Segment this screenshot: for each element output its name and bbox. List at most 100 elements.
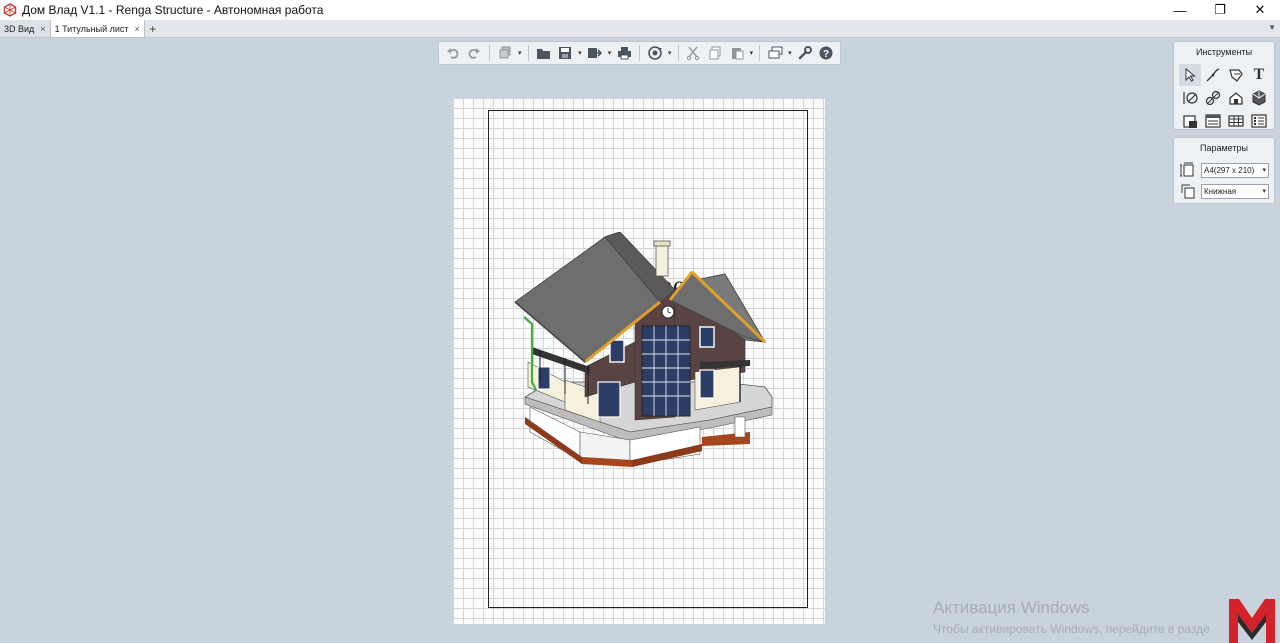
orientation-select[interactable]: Книжная ▾: [1201, 183, 1269, 199]
print-button[interactable]: [614, 43, 634, 63]
export-dropdown[interactable]: ▾: [607, 43, 613, 63]
layers-button[interactable]: [765, 43, 785, 63]
copy-button[interactable]: [705, 43, 725, 63]
select-icon: [1185, 68, 1196, 82]
open-button[interactable]: [534, 43, 554, 63]
close-icon: ✕: [1254, 2, 1266, 17]
cut-button[interactable]: [684, 43, 704, 63]
restore-button[interactable]: ❐: [1200, 0, 1240, 20]
fill-icon: [1229, 69, 1243, 82]
tab-close-icon[interactable]: ×: [135, 24, 140, 34]
toolbar-separator: [527, 45, 529, 61]
tab-close-icon[interactable]: ×: [40, 24, 45, 34]
tab-label: 3D Вид: [4, 23, 35, 34]
windows-activation-title: Активация Windows: [933, 598, 1090, 617]
redo-icon: [468, 48, 481, 59]
sheet-format-select[interactable]: A4(297 x 210) ▾: [1201, 162, 1269, 178]
line-icon: [1206, 68, 1220, 82]
sync-dropdown[interactable]: ▾: [667, 43, 673, 63]
stamp-tool[interactable]: [1179, 110, 1201, 132]
orientation-value: Книжная: [1204, 186, 1237, 196]
sheet-format-value: A4(297 x 210): [1204, 165, 1255, 175]
report-icon: [1205, 114, 1221, 128]
list-tool[interactable]: [1248, 110, 1270, 132]
dimension-icon: [1183, 92, 1198, 104]
tools-panel: Инструменты T: [1173, 41, 1275, 130]
parameters-panel: Параметры A4(297 x 210) ▾ Книжная ▾: [1173, 137, 1275, 204]
list-icon: [1251, 114, 1267, 128]
view-place-icon: [1229, 92, 1243, 105]
select-tool[interactable]: [1179, 64, 1201, 86]
table-icon: [1228, 115, 1244, 127]
chevron-down-icon: ▾: [1262, 166, 1266, 174]
line-tool[interactable]: [1202, 64, 1224, 86]
sheet-format-icon: [1179, 161, 1197, 179]
help-button[interactable]: ?: [816, 43, 836, 63]
text-tool[interactable]: T: [1248, 64, 1270, 86]
export-button[interactable]: [585, 43, 605, 63]
view-place-tool[interactable]: [1225, 87, 1247, 109]
undo-button[interactable]: [443, 43, 463, 63]
align-tool[interactable]: [1202, 87, 1224, 109]
views-icon: [499, 46, 511, 59]
3d-view-tool[interactable]: [1248, 87, 1270, 109]
restore-icon: ❐: [1214, 2, 1226, 17]
close-button[interactable]: ✕: [1240, 0, 1280, 20]
toolbar-separator: [759, 45, 761, 61]
export-icon: [588, 48, 603, 58]
views-button[interactable]: [495, 43, 515, 63]
tab-list-chevron-icon[interactable]: ▼: [1268, 23, 1276, 32]
sync-icon: [648, 46, 662, 60]
text-icon: T: [1253, 66, 1265, 83]
orientation-row: Книжная ▾: [1179, 182, 1271, 200]
window-controls: — ❐ ✕: [1160, 0, 1280, 20]
settings-button[interactable]: [795, 43, 815, 63]
paste-icon: [731, 48, 744, 60]
dimension-tool[interactable]: [1179, 87, 1201, 109]
sheet-format-row: A4(297 x 210) ▾: [1179, 161, 1271, 179]
stamp-icon: [1183, 115, 1197, 128]
toolbar-separator: [489, 45, 491, 61]
fill-tool[interactable]: [1225, 64, 1247, 86]
paste-dropdown[interactable]: ▾: [748, 43, 754, 63]
redo-button[interactable]: [465, 43, 485, 63]
print-icon: [617, 47, 631, 60]
minimize-icon: —: [1173, 2, 1187, 18]
save-dropdown[interactable]: ▾: [577, 43, 583, 63]
windows-activation-subtitle: Чтобы активировать Windows, перейдите в …: [933, 622, 1210, 636]
tab-label: 1 Титульный лист: [54, 23, 129, 34]
tools-grid: T: [1179, 64, 1271, 132]
undo-icon: [446, 48, 459, 59]
minimize-button[interactable]: —: [1160, 0, 1200, 20]
cut-icon: [687, 46, 700, 60]
settings-icon: [798, 46, 812, 60]
layers-icon: [768, 46, 783, 59]
save-button[interactable]: [555, 43, 575, 63]
add-tab-button[interactable]: +: [145, 20, 161, 37]
copy-icon: [709, 46, 721, 60]
help-icon: ?: [819, 46, 833, 60]
parameters-panel-title: Параметры: [1200, 143, 1248, 153]
toolbar-separator: [677, 45, 679, 61]
title-bar: Дом Влад V1.1 - Renga Structure - Автоно…: [0, 0, 1280, 20]
tools-panel-title: Инструменты: [1195, 47, 1253, 57]
red-m-logo-icon: [1229, 599, 1275, 643]
tab-title-sheet[interactable]: 1 Титульный лист ×: [50, 20, 145, 37]
align-icon: [1205, 90, 1221, 106]
sync-button[interactable]: [645, 43, 665, 63]
tab-3d-view[interactable]: 3D Вид ×: [0, 20, 51, 37]
paste-button[interactable]: [727, 43, 747, 63]
table-tool[interactable]: [1225, 110, 1247, 132]
save-icon: [559, 47, 572, 59]
svg-text:?: ?: [823, 49, 829, 60]
house-3d-view[interactable]: [510, 232, 780, 472]
window-title: Дом Влад V1.1 - Renga Structure - Автоно…: [22, 3, 324, 17]
chevron-down-icon: ▾: [1262, 187, 1266, 195]
renga-app-icon: [2, 2, 18, 18]
open-icon: [537, 48, 551, 59]
3d-view-icon: [1252, 90, 1266, 106]
report-tool[interactable]: [1202, 110, 1224, 132]
toolbar-separator: [639, 45, 640, 61]
views-dropdown[interactable]: ▾: [517, 43, 523, 63]
layers-dropdown[interactable]: ▾: [787, 43, 793, 63]
